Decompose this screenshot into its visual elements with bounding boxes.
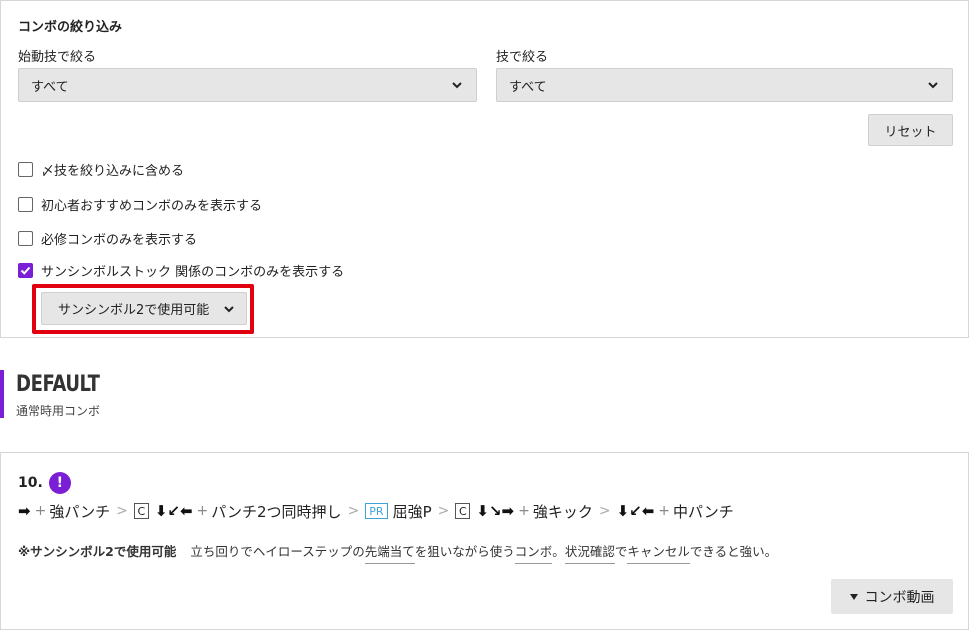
chevron-down-icon	[224, 305, 234, 312]
plus-sign: +	[34, 503, 47, 519]
starter-select[interactable]: すべて	[18, 68, 477, 102]
exclamation-icon: !	[48, 472, 71, 494]
checkbox-box[interactable]	[18, 197, 33, 212]
checkbox-beginner[interactable]: 初心者おすすめコンボのみを表示する	[18, 195, 262, 214]
combo-card: 10. ! ➡ + 強パンチ > C ⬇↙⬅ + パンチ2つ同時押し > PR …	[0, 452, 969, 630]
section-title: DEFAULT	[16, 372, 100, 397]
checkbox-label: 〆技を絞り込みに含める	[41, 164, 185, 179]
cancel-c-icon: C	[455, 503, 471, 519]
sequence-separator: >	[116, 503, 128, 519]
chevron-down-icon	[928, 82, 938, 89]
checkbox-label: サンシンボルストック 関係のコンボのみを表示する	[41, 265, 345, 280]
note-text: できると強い。	[689, 544, 778, 559]
plus-sign: +	[196, 503, 209, 519]
glossary-link[interactable]: キャンセル	[627, 541, 690, 564]
note-text: を狙いながら使う	[414, 544, 515, 559]
combo-video-button[interactable]: コンボ動画	[831, 579, 953, 614]
plus-sign: +	[658, 503, 671, 519]
combo-filter-panel: コンボの絞り込み 始動技で絞る すべて 技で絞る すべて リセット 〆技を絞り込…	[0, 0, 969, 338]
combo-video-label: コンボ動画	[864, 589, 935, 606]
move-select-value: すべて	[509, 79, 547, 95]
checkbox-box[interactable]	[18, 231, 33, 246]
motion-arrows-icon: ⬇↙⬅	[154, 502, 193, 520]
note-text: 立ち回りでヘイローステップの	[190, 544, 365, 559]
arrow-right-icon: ➡	[18, 502, 31, 520]
combo-note: ※サンシンボル2で使用可能 立ち回りでヘイローステップの 先端当て を狙いながら…	[18, 541, 777, 564]
chevron-down-icon	[452, 82, 462, 89]
plus-sign: +	[518, 503, 530, 519]
combo-number-text: 10.	[18, 475, 43, 491]
note-text: で	[614, 544, 628, 559]
sequence-separator: >	[347, 503, 360, 519]
checkbox-symbol-stock[interactable]: サンシンボルストック 関係のコンボのみを表示する	[18, 261, 344, 280]
move-filter-label: 技で絞る	[496, 50, 549, 65]
note-text: 。	[552, 544, 565, 559]
glossary-link[interactable]: 状況確認	[564, 541, 615, 564]
move-name: 強パンチ	[49, 502, 111, 521]
pr-badge: PR	[365, 503, 388, 519]
section-header: DEFAULT 通常時用コンボ	[0, 370, 300, 418]
cancel-c-icon: C	[133, 503, 149, 519]
glossary-link[interactable]: コンボ	[514, 541, 553, 564]
move-select[interactable]: すべて	[496, 68, 953, 102]
sequence-separator: >	[598, 503, 611, 519]
check-icon	[20, 266, 31, 275]
move-name: 屈強P	[392, 502, 432, 521]
motion-arrows-icon: ⬇↘➡	[476, 502, 515, 520]
combo-number: 10. !	[18, 472, 71, 494]
move-name: 中パンチ	[673, 502, 734, 521]
reset-button[interactable]: リセット	[868, 114, 953, 146]
checkbox-label: 必修コンボのみを表示する	[41, 233, 198, 248]
glossary-link[interactable]: 先端当て	[364, 541, 415, 564]
caret-down-icon	[849, 593, 858, 600]
section-subtitle: 通常時用コンボ	[16, 404, 101, 418]
symbol-stock-select[interactable]: サンシンボル2で使用可能	[41, 292, 247, 325]
starter-filter-label: 始動技で絞る	[18, 50, 97, 65]
starter-select-value: すべて	[31, 79, 69, 95]
checkbox-include-finisher[interactable]: 〆技を絞り込みに含める	[18, 160, 184, 179]
note-tag: ※サンシンボル2で使用可能	[18, 544, 177, 559]
checkbox-box[interactable]	[18, 162, 33, 177]
checkbox-required[interactable]: 必修コンボのみを表示する	[18, 229, 197, 248]
combo-sequence: ➡ + 強パンチ > C ⬇↙⬅ + パンチ2つ同時押し > PR 屈強P > …	[18, 500, 734, 522]
section-accent-bar	[0, 370, 4, 418]
move-name: パンチ2つ同時押し	[211, 502, 342, 521]
move-name: 強キック	[532, 502, 593, 521]
checkbox-label: 初心者おすすめコンボのみを表示する	[41, 199, 263, 214]
symbol-select-value: サンシンボル2で使用可能	[58, 303, 210, 318]
filter-title: コンボの絞り込み	[18, 20, 123, 35]
motion-arrows-icon: ⬇↙⬅	[616, 502, 655, 520]
checkbox-box-checked[interactable]	[18, 263, 33, 278]
sequence-separator: >	[437, 503, 450, 519]
